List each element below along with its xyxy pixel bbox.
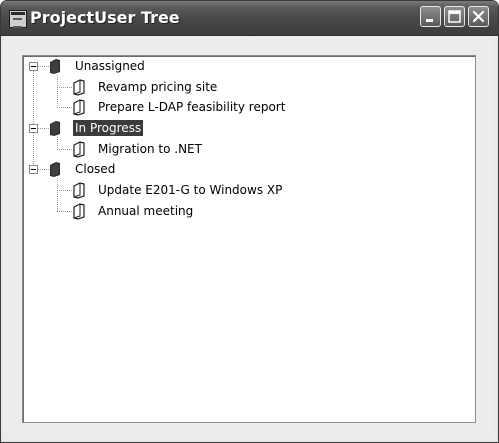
book-icon — [50, 121, 60, 136]
maximize-icon — [448, 10, 461, 23]
book-icon — [73, 79, 85, 96]
tree-node-label: Unassigned — [75, 59, 145, 73]
book-icon — [73, 182, 85, 199]
minimize-button[interactable] — [420, 6, 441, 27]
close-button[interactable] — [468, 6, 489, 27]
tree-view[interactable]: Unassigned Revamp pricing site Prepare L… — [22, 55, 476, 423]
tree-node-migration-to-net[interactable]: Migration to .NET — [23, 140, 323, 160]
book-icon — [50, 162, 60, 177]
collapse-icon[interactable] — [29, 62, 38, 71]
book-icon — [73, 203, 85, 220]
tree-node-in-progress[interactable]: In Progress — [23, 119, 223, 139]
app-icon[interactable] — [9, 10, 27, 28]
client-area: Unassigned Revamp pricing site Prepare L… — [4, 36, 495, 439]
tree-node-label: Revamp pricing site — [98, 80, 218, 94]
tree-node-closed[interactable]: Closed — [23, 160, 223, 180]
tree-node-update-e201g[interactable]: Update E201-G to Windows XP — [23, 181, 343, 201]
tree-node-unassigned[interactable]: Unassigned — [23, 57, 223, 77]
tree-node-label: Migration to .NET — [98, 142, 202, 156]
title-bar[interactable]: ProjectUser Tree — [1, 1, 498, 36]
book-icon — [73, 99, 85, 116]
tree-node-revamp-pricing-site[interactable]: Revamp pricing site — [23, 78, 323, 98]
minimize-icon — [426, 19, 433, 22]
maximize-button[interactable] — [444, 6, 465, 27]
tree-node-label: In Progress — [73, 120, 144, 136]
book-icon — [50, 59, 60, 74]
tree-node-label: Closed — [75, 162, 116, 176]
collapse-icon[interactable] — [29, 165, 38, 174]
close-icon — [472, 10, 485, 23]
window-title: ProjectUser Tree — [30, 8, 180, 27]
tree-node-prepare-ldap-report[interactable]: Prepare L-DAP feasibility report — [23, 98, 343, 118]
tree-node-label: Update E201-G to Windows XP — [98, 183, 283, 197]
tree-node-label: Annual meeting — [98, 204, 194, 218]
app-window: ProjectUser Tree Unassigned Revamp prici… — [0, 0, 499, 443]
tree-node-annual-meeting[interactable]: Annual meeting — [23, 202, 323, 222]
collapse-icon[interactable] — [29, 124, 38, 133]
book-icon — [73, 141, 85, 158]
tree-node-label: Prepare L-DAP feasibility report — [98, 100, 286, 114]
